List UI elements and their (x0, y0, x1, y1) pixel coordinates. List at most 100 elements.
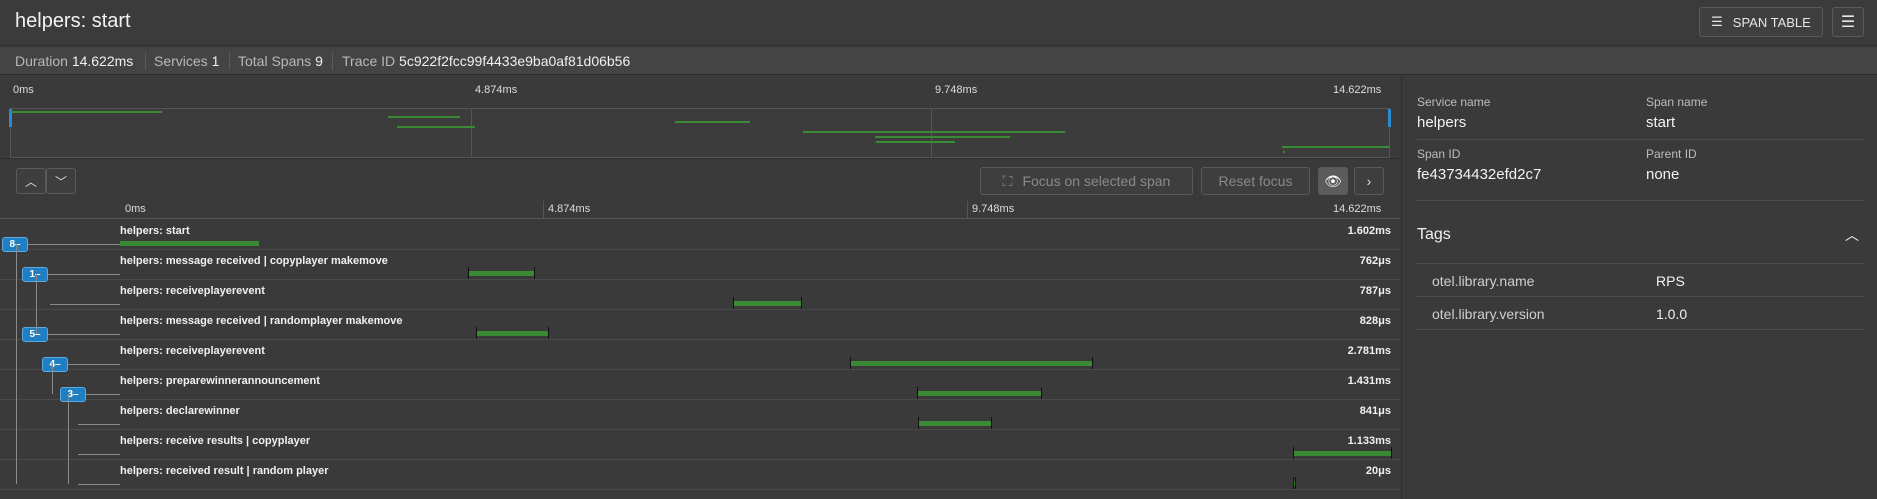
timeline-panel: 0ms 4.874ms 9.748ms 14.622ms ︿ ﹀ ⛶ Focus… (0, 76, 1400, 499)
timeline-ruler: 0ms 4.874ms 9.748ms 14.622ms (0, 201, 1400, 219)
span-bar[interactable] (917, 391, 1042, 396)
tree-guide (68, 394, 69, 484)
minimap-span-bar (876, 141, 956, 143)
service-name-label: Service name (1417, 95, 1491, 109)
span-row[interactable]: helpers: message received | randomplayer… (0, 310, 1400, 342)
tree-guide (16, 244, 17, 484)
span-row[interactable]: helpers: receiveplayerevent2.781ms4 – (0, 340, 1400, 372)
span-bar-cap (467, 267, 469, 279)
span-id-label: Span ID (1417, 147, 1461, 161)
meta-divider (332, 52, 333, 70)
chevron-up-icon: ︿ (24, 174, 37, 189)
span-bar-cap (476, 327, 478, 339)
span-duration: 1.431ms (1347, 375, 1391, 387)
trace-id-value: 5c922f2fcc99f4433e9ba0af81d06b56 (399, 53, 631, 69)
services-value: 1 (211, 53, 220, 69)
open-details-button[interactable]: › (1354, 167, 1384, 195)
tree-connector (78, 454, 120, 455)
collapse-icon: – (73, 389, 79, 400)
span-name: helpers: receiveplayerevent (120, 285, 265, 297)
menu-button[interactable]: ☰ (1832, 7, 1864, 37)
span-name: helpers: message received | copyplayer m… (120, 255, 388, 267)
span-bar[interactable] (732, 301, 802, 306)
reset-focus-button[interactable]: Reset focus (1201, 167, 1310, 195)
span-bar[interactable] (1292, 451, 1391, 456)
tree-connector (50, 304, 120, 305)
minimap-right-handle[interactable] (1388, 109, 1391, 127)
trace-title: helpers: start (15, 10, 131, 32)
span-bar-cap (1091, 357, 1093, 369)
span-bar-cap (1292, 447, 1294, 459)
meta-divider (229, 52, 230, 70)
span-row[interactable]: helpers: received result | random player… (0, 460, 1400, 490)
span-bar-cap (917, 417, 919, 429)
minimap-span-bar (875, 136, 1011, 138)
service-name-value: helpers (1417, 114, 1467, 131)
chevron-right-icon: › (1366, 173, 1372, 189)
detail-divider (1416, 139, 1864, 140)
minimap-span-bar (387, 116, 460, 118)
chevron-down-icon: ﹀ (54, 174, 67, 189)
minimap-tick-label: 9.748ms (935, 84, 978, 96)
span-row[interactable]: helpers: receive results | copyplayer 1.1… (0, 430, 1400, 460)
span-bar[interactable] (917, 421, 992, 426)
chevron-up-icon[interactable]: ︿ (1845, 225, 1859, 245)
meta-divider (145, 52, 146, 70)
span-id-value: fe43734432efd2c7 (1417, 166, 1542, 183)
minimap-span-bar (675, 121, 750, 123)
collapse-up-button[interactable]: ︿ (16, 168, 46, 194)
span-bar-cap (850, 357, 852, 369)
span-duration: 1.602ms (1347, 225, 1391, 237)
span-bar[interactable] (467, 271, 534, 276)
span-name-value: start (1646, 114, 1676, 131)
span-row[interactable]: helpers: declarewinner 841μs (0, 400, 1400, 430)
span-bar-cap (1295, 477, 1297, 489)
minimap-area[interactable] (9, 108, 1391, 159)
trace-header: helpers: start ☰ SPAN TABLE ☰ (0, 0, 1877, 46)
span-bar[interactable] (476, 331, 549, 336)
ruler-tick-label: 0ms (125, 203, 146, 215)
span-name: helpers: receive results | copyplayer (120, 435, 311, 447)
span-duration: 20μs (1365, 465, 1391, 477)
ruler-tick-label: 4.874ms (548, 203, 591, 215)
view-options-button[interactable]: 👁 (1318, 167, 1348, 195)
span-table-button[interactable]: ☰ SPAN TABLE (1699, 7, 1823, 37)
tag-value: 1.0.0 (1656, 306, 1688, 322)
span-name: helpers: receiveplayerevent (120, 345, 265, 357)
tag-row: otel.library.version 1.0.0 (1416, 297, 1864, 330)
expand-down-button[interactable]: ﹀ (46, 168, 76, 194)
span-bar[interactable] (850, 361, 1092, 366)
span-bar-cap (1391, 447, 1392, 459)
list-icon: ☰ (1711, 14, 1723, 29)
span-row[interactable]: helpers: receiveplayerevent 787μs (0, 280, 1400, 310)
span-bar-cap (991, 417, 993, 429)
span-tree: helpers: start 1.602ms 8 – helpers: message… (0, 220, 1400, 490)
span-bar[interactable] (120, 241, 260, 246)
parent-id-value: none (1646, 166, 1680, 183)
span-row[interactable]: helpers: message received | copyplayer m… (0, 250, 1400, 282)
tag-key: otel.library.name (1432, 273, 1535, 289)
duration-value: 14.622ms (71, 53, 134, 69)
span-row[interactable]: helpers: preparewinnerannouncement 1.431m… (0, 370, 1400, 402)
span-bar-cap (801, 297, 803, 309)
span-bar-cap (1041, 387, 1043, 399)
span-name: helpers: start (120, 225, 190, 237)
minimap-divider (0, 158, 1400, 159)
detail-divider (1416, 200, 1864, 201)
focus-selected-span-button[interactable]: ⛶ Focus on selected span (980, 167, 1193, 195)
duration-item: Duration 14.622ms (15, 53, 134, 69)
minimap-span-bar (802, 131, 1065, 133)
tags-title[interactable]: Tags (1417, 226, 1451, 244)
focus-icon: ⛶ (1002, 172, 1013, 189)
minimap-span-bar (1283, 151, 1286, 153)
tree-connector (78, 484, 120, 485)
eye-icon: 👁 (1324, 172, 1342, 189)
minimap-span-bar (11, 111, 162, 113)
ruler-tick-label: 9.748ms (972, 203, 1015, 215)
span-bar-cap (732, 297, 734, 309)
span-row[interactable]: helpers: start 1.602ms 8 – (0, 220, 1400, 252)
ruler-tick-label: 14.622ms (1333, 203, 1382, 215)
hamburger-icon: ☰ (1840, 14, 1856, 31)
minimap-tick-label: 0ms (13, 84, 34, 96)
parent-id-label: Parent ID (1646, 147, 1697, 161)
